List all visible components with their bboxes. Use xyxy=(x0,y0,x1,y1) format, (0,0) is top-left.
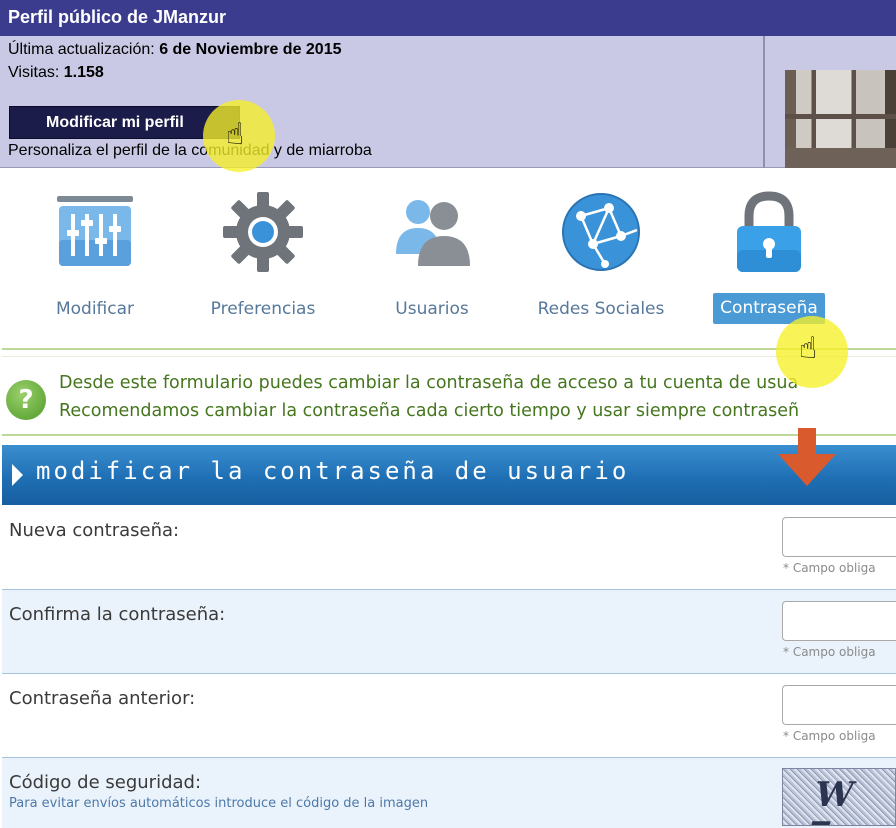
required-note: * Campo obliga xyxy=(783,729,876,743)
section-header: modificar la contraseña de usuario xyxy=(2,445,896,505)
profile-description: Personaliza el perfil de la comunidad y … xyxy=(8,142,372,159)
last-update-value: 6 de Noviembre de 2015 xyxy=(159,41,342,58)
security-code-hint: Para evitar envíos automáticos introduce… xyxy=(9,796,429,811)
profile-panel: Perfil público de JManzur Última actuali… xyxy=(0,0,896,168)
profile-header: Perfil público de JManzur xyxy=(0,0,896,36)
nav-item-modificar[interactable]: Modificar xyxy=(40,180,150,330)
security-code-label: Código de seguridad: xyxy=(9,772,202,793)
nav-item-contrasena[interactable]: Contraseña xyxy=(713,180,825,330)
captcha-text: W 7 xyxy=(802,775,864,825)
users-icon xyxy=(396,200,470,266)
form-row-old-password: Contraseña anterior: * Campo obliga xyxy=(2,674,896,758)
last-update-line: Última actualización: 6 de Noviembre de … xyxy=(8,41,342,59)
required-note: * Campo obliga xyxy=(783,645,876,659)
form-row-security-code: Código de seguridad: Para evitar envíos … xyxy=(2,758,896,828)
gear-icon xyxy=(223,192,303,272)
hand-pointer-icon: ☝ xyxy=(226,117,245,152)
profile-divider xyxy=(763,36,765,168)
nav-label-redes-sociales: Redes Sociales xyxy=(537,299,665,319)
required-note: * Campo obliga xyxy=(783,561,876,575)
section-title: modificar la contraseña de usuario xyxy=(36,457,630,485)
visits-line: Visitas: 1.158 xyxy=(8,64,104,82)
old-password-label: Contraseña anterior: xyxy=(9,688,196,709)
nav-label-usuarios: Usuarios xyxy=(395,299,469,319)
help-question-icon: ? xyxy=(6,380,46,420)
new-password-label: Nueva contraseña: xyxy=(9,520,180,541)
hand-pointer-icon: ☝ xyxy=(799,331,818,366)
info-text-line-2: Recomendamos cambiar la contraseña cada … xyxy=(59,401,800,421)
old-password-input[interactable] xyxy=(782,685,896,725)
form-row-confirm-password: Confirma la contraseña: * Campo obliga xyxy=(2,590,896,674)
nav-item-redes-sociales[interactable]: Redes Sociales xyxy=(528,180,674,330)
visits-label: Visitas: xyxy=(8,64,60,81)
visits-value: 1.158 xyxy=(63,64,104,81)
profile-title: Perfil público de JManzur xyxy=(8,7,227,27)
section-arrow-icon xyxy=(12,464,23,486)
nav-item-preferencias[interactable]: Preferencias xyxy=(200,180,326,330)
new-password-input[interactable] xyxy=(782,517,896,557)
form-row-new-password: Nueva contraseña: * Campo obliga xyxy=(2,506,896,590)
captcha-image: W 7 xyxy=(782,768,896,826)
info-text-line-1: Desde este formulario puedes cambiar la … xyxy=(59,373,799,393)
down-arrow-icon xyxy=(778,428,836,486)
last-update-label: Última actualización: xyxy=(8,41,155,58)
nav-label-modificar: Modificar xyxy=(55,299,135,319)
profile-photo xyxy=(785,70,896,168)
info-box: ? Desde este formulario puedes cambiar l… xyxy=(2,348,896,436)
confirm-password-input[interactable] xyxy=(782,601,896,641)
sliders-icon xyxy=(57,196,133,266)
network-globe-icon xyxy=(562,193,640,271)
nav-item-usuarios[interactable]: Usuarios xyxy=(382,180,482,330)
lock-icon xyxy=(737,191,801,272)
nav-label-preferencias: Preferencias xyxy=(210,299,316,319)
confirm-password-label: Confirma la contraseña: xyxy=(9,604,226,625)
